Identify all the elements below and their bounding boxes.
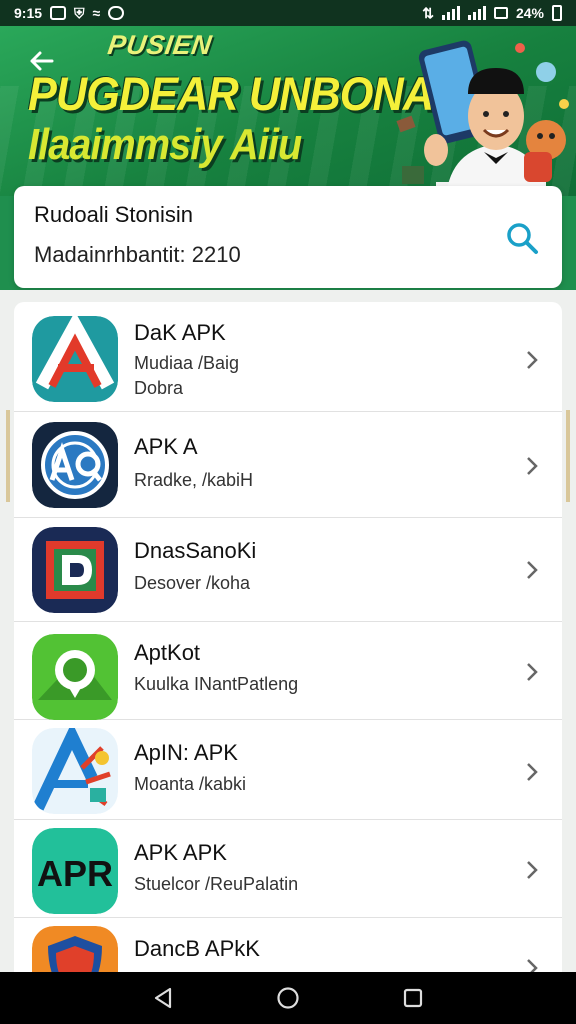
recents-nav-icon[interactable] xyxy=(400,985,426,1011)
app-developer: Mudiaa /Baig xyxy=(134,353,240,373)
header-banner: PUSIEN PUGDEAR UNBONAIN Ilaaimmsiy Aiiu xyxy=(0,26,576,196)
signal-icon xyxy=(441,6,460,20)
status-left: 9:15 ⛨ ≈ xyxy=(14,4,125,22)
app-developer: Moanta /kabki xyxy=(134,774,247,794)
letter-a-icon xyxy=(32,316,118,402)
signal-2-icon xyxy=(467,6,486,20)
left-edge-handle xyxy=(6,410,10,502)
system-nav-bar xyxy=(0,972,576,1024)
list-item[interactable]: APR APK APK Stuelcor /ReuPalatin xyxy=(14,820,562,918)
app-developer: Stuelcor /ReuPalatin xyxy=(134,874,299,894)
app-name: ApIN: APK xyxy=(134,740,238,765)
app-list: DaK APK Mudiaa /Baig Dobra APK A Rradke,… xyxy=(14,302,562,972)
apr-icon-text: APR xyxy=(37,853,113,894)
message-icon xyxy=(108,6,125,20)
banner-subtitle: Ilaaimmsiy Aiiu xyxy=(28,120,302,169)
app-name: DaK APK xyxy=(134,320,226,345)
list-item[interactable]: DnasSanoKi Desover /koha xyxy=(14,518,562,622)
colorful-a-icon xyxy=(32,728,118,814)
data-icon: ⇅ xyxy=(422,4,434,21)
sim-icon xyxy=(493,7,508,19)
app-name: DnasSanoKi xyxy=(134,538,257,563)
app-category: Dobra xyxy=(134,378,184,398)
right-edge-handle xyxy=(566,410,570,502)
chevron-right-icon xyxy=(527,663,538,681)
list-item[interactable]: AptKot Kuulka INantPatleng xyxy=(14,622,562,720)
battery-icon xyxy=(552,5,562,21)
chevron-right-icon xyxy=(527,959,538,972)
search-title: Rudoali Stonisin xyxy=(34,202,193,227)
app-name: APK APK xyxy=(134,840,227,865)
list-item[interactable]: DancB APkK xyxy=(14,918,562,972)
app-name: DancB APkK xyxy=(134,936,260,961)
app-developer: Rradke, /kabiH xyxy=(134,470,254,490)
aq-globe-icon xyxy=(32,422,118,508)
chevron-right-icon xyxy=(527,457,538,475)
speech-bubble-icon xyxy=(32,634,118,720)
wifi-icon: ≈ xyxy=(92,5,101,21)
back-nav-icon[interactable] xyxy=(150,985,176,1011)
chevron-right-icon xyxy=(527,561,538,579)
app-name: AptKot xyxy=(134,640,201,665)
list-item[interactable]: DaK APK Mudiaa /Baig Dobra xyxy=(14,302,562,412)
chevron-right-icon xyxy=(527,861,538,879)
app-developer: Desover /koha xyxy=(134,573,251,593)
shield-notification-icon: ⛨ xyxy=(74,4,85,21)
app-developer: Kuulka INantPatleng xyxy=(134,674,299,694)
chevron-right-icon xyxy=(527,351,538,369)
home-nav-icon[interactable] xyxy=(275,985,301,1011)
search-subtitle: Madainrhbantit: 2210 xyxy=(34,242,241,267)
app-name: APK A xyxy=(134,434,198,459)
chevron-right-icon xyxy=(527,763,538,781)
status-bar: 9:15 ⛨ ≈ ⇅ 24% xyxy=(0,0,576,26)
frame-d-icon xyxy=(32,527,118,613)
apr-text-icon: APR xyxy=(32,828,118,914)
list-item[interactable]: ApIN: APK Moanta /kabki xyxy=(14,720,562,820)
notification-icon xyxy=(50,6,67,20)
list-item[interactable]: APK A Rradke, /kabiH xyxy=(14,412,562,518)
banner-kicker: PUSIEN xyxy=(105,30,214,60)
mascot-illustration xyxy=(396,40,569,196)
status-time: 9:15 xyxy=(14,5,43,21)
search-card[interactable]: Rudoali Stonisin Madainrhbantit: 2210 xyxy=(14,186,562,288)
battery-level: 24% xyxy=(515,5,544,21)
search-icon[interactable] xyxy=(504,220,540,256)
status-right: ⇅ 24% xyxy=(422,5,562,22)
shield-icon xyxy=(32,926,118,972)
